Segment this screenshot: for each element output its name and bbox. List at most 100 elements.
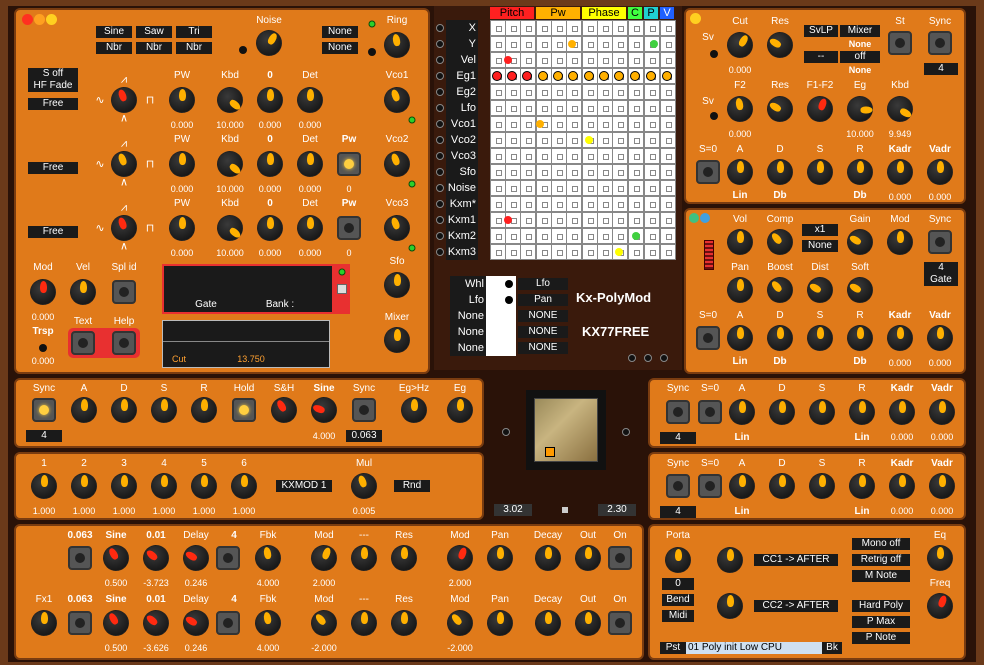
fx1-mod2-knob[interactable]: [447, 545, 473, 571]
matrix-cell[interactable]: [566, 116, 582, 132]
lfo-sine-knob[interactable]: [311, 397, 337, 423]
fx2-mod-knob[interactable]: [311, 610, 337, 636]
matrix-cell[interactable]: [490, 116, 506, 132]
matrix-cell[interactable]: [660, 20, 676, 36]
matrix-cell[interactable]: [536, 196, 552, 212]
matrix-cell[interactable]: [551, 228, 567, 244]
sub-dst-3[interactable]: NONE: [518, 310, 568, 322]
matrix-cell[interactable]: [582, 148, 598, 164]
close-icon[interactable]: [22, 14, 33, 25]
matrix-cell[interactable]: [520, 116, 536, 132]
matrix-cell[interactable]: [612, 100, 628, 116]
vol-knob[interactable]: [727, 229, 753, 255]
amp-x1[interactable]: x1: [802, 224, 838, 236]
matrix-cell[interactable]: [597, 196, 613, 212]
f1f2-knob[interactable]: [807, 96, 833, 122]
matrix-cell[interactable]: [628, 196, 644, 212]
matrix-cell[interactable]: [520, 36, 536, 52]
pw-knob-3[interactable]: [169, 215, 195, 241]
matrix-cell[interactable]: [612, 164, 628, 180]
e4-sync-val[interactable]: 4: [660, 506, 696, 518]
matrix-cell[interactable]: [536, 164, 552, 180]
lfo-eg-knob[interactable]: [447, 397, 473, 423]
wave-sine[interactable]: Sine: [96, 26, 132, 38]
a-s-knob[interactable]: [807, 325, 833, 351]
e3-s-knob[interactable]: [809, 399, 835, 425]
matrix-row-dot[interactable]: [436, 184, 444, 192]
res-knob[interactable]: [767, 32, 793, 58]
matrix-eg1-knob[interactable]: [507, 71, 517, 81]
matrix-cell[interactable]: [551, 132, 567, 148]
matrix-cell[interactable]: [597, 132, 613, 148]
matrix-cell[interactable]: [582, 244, 598, 260]
e3-sync-button[interactable]: [666, 400, 690, 424]
wave-saw[interactable]: Saw: [136, 26, 172, 38]
matrix-cell[interactable]: [660, 100, 676, 116]
matrix-cell[interactable]: [551, 84, 567, 100]
matrix-cell[interactable]: [505, 100, 521, 116]
det-knob-3[interactable]: [297, 215, 323, 241]
matrix-row-dot[interactable]: [436, 56, 444, 64]
matrix-row-dot[interactable]: [436, 216, 444, 224]
oct-knob-1[interactable]: [257, 87, 283, 113]
mod-knob[interactable]: [30, 279, 56, 305]
help-button[interactable]: [112, 331, 136, 355]
matrix-cell[interactable]: [520, 164, 536, 180]
pw-knob-2[interactable]: [169, 151, 195, 177]
cc2-knob[interactable]: [717, 593, 743, 619]
matrix-cell[interactable]: [490, 20, 506, 36]
matrix-cell[interactable]: [536, 52, 552, 68]
matrix-cell[interactable]: [597, 164, 613, 180]
sub-dot-2[interactable]: [505, 296, 513, 304]
kbd-knob-1[interactable]: [217, 87, 243, 113]
splid-button[interactable]: [112, 280, 136, 304]
fx1-n-button[interactable]: [216, 546, 240, 570]
e4-d-knob[interactable]: [769, 473, 795, 499]
soft-knob[interactable]: [847, 277, 873, 303]
matrix-cell[interactable]: [566, 148, 582, 164]
a-r-knob[interactable]: [847, 325, 873, 351]
xy-right-val[interactable]: 2.30: [598, 504, 636, 516]
matrix-cell[interactable]: [582, 36, 598, 52]
vco1-knob[interactable]: [384, 87, 410, 113]
matrix-cell[interactable]: [551, 116, 567, 132]
matrix-cell[interactable]: [628, 244, 644, 260]
e3-vadr-knob[interactable]: [929, 399, 955, 425]
matrix-cell[interactable]: [536, 36, 552, 52]
matrix-cell[interactable]: [644, 100, 660, 116]
matrix-cell[interactable]: [644, 196, 660, 212]
matrix-cell[interactable]: [551, 212, 567, 228]
matrix-cell[interactable]: [644, 20, 660, 36]
xy-pad[interactable]: [526, 390, 606, 470]
matrix-cell[interactable]: [505, 148, 521, 164]
matrix-cell[interactable]: [597, 244, 613, 260]
amod-knob[interactable]: [887, 229, 913, 255]
matrix-cell[interactable]: [582, 196, 598, 212]
matrix-cell[interactable]: [612, 52, 628, 68]
f-a-knob[interactable]: [727, 159, 753, 185]
f-d-knob[interactable]: [767, 159, 793, 185]
sv2-dot[interactable]: [710, 112, 718, 120]
bk-label[interactable]: Bk: [822, 642, 842, 654]
matrix-cell[interactable]: [505, 36, 521, 52]
matrix-cell[interactable]: [644, 244, 660, 260]
f-s0-button[interactable]: [696, 160, 720, 184]
matrix-cell[interactable]: [566, 228, 582, 244]
matrix-cell[interactable]: [536, 132, 552, 148]
a-kadr-knob[interactable]: [887, 325, 913, 351]
f-kadr-knob[interactable]: [887, 159, 913, 185]
matrix-cell[interactable]: [505, 84, 521, 100]
a-d-knob[interactable]: [767, 325, 793, 351]
fx2-fbk-knob[interactable]: [255, 610, 281, 636]
cut-knob[interactable]: [727, 32, 753, 58]
fx2-decay-knob[interactable]: [535, 610, 561, 636]
matrix-row-dot[interactable]: [436, 24, 444, 32]
matrix-cell[interactable]: [566, 212, 582, 228]
bend-button[interactable]: Bend: [662, 594, 694, 606]
matrix-cell[interactable]: [551, 164, 567, 180]
ring-mode-2[interactable]: None: [322, 42, 358, 54]
matrix-cell[interactable]: [551, 148, 567, 164]
matrix-cell[interactable]: [612, 116, 628, 132]
matrix-cell[interactable]: [582, 100, 598, 116]
fx1-dash-knob[interactable]: [351, 545, 377, 571]
